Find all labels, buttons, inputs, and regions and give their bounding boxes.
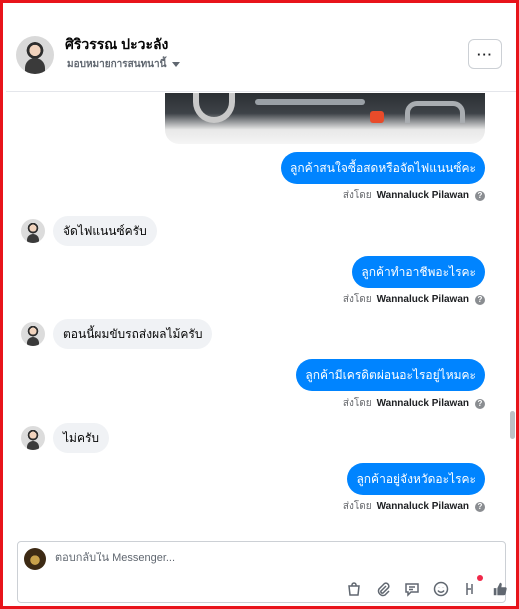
sent-by-label: ส่งโดย Wannaluck Pilawan ? — [343, 396, 485, 411]
incoming-message-row: จัดไฟแนนซ์ครับ — [21, 216, 157, 246]
photo-detail — [370, 111, 384, 123]
avatar[interactable] — [16, 36, 54, 74]
outgoing-message[interactable]: ลูกค้ามีเครดิตผ่อนอะไรอยู่ไหมคะ — [296, 359, 485, 391]
info-icon[interactable]: ? — [475, 190, 485, 201]
assign-conversation-label: มอบหมายการสนทนานี้ — [67, 59, 167, 70]
window-frame: ศิริวรรณ ปะวะลัง มอบหมายการสนทนานี้ ··· … — [0, 0, 519, 609]
reply-input[interactable] — [55, 552, 455, 564]
shopping-bag-icon[interactable] — [346, 581, 362, 597]
incoming-message[interactable]: ตอนนี้ผมขับรถส่งผลไม้ครับ — [53, 319, 213, 349]
sent-by-prefix: ส่งโดย — [342, 398, 372, 409]
sent-by-label: ส่งโดย Wannaluck Pilawan ? — [343, 188, 485, 203]
photo-detail — [405, 101, 465, 123]
sent-by-agent: Wannaluck Pilawan — [376, 501, 469, 512]
sent-by-label: ส่งโดย Wannaluck Pilawan ? — [343, 292, 485, 307]
incoming-message[interactable]: จัดไฟแนนซ์ครับ — [53, 216, 157, 246]
contact-name[interactable]: ศิริวรรณ ปะวะลัง — [65, 34, 168, 56]
sent-by-agent: Wannaluck Pilawan — [376, 190, 469, 201]
outgoing-message[interactable]: ลูกค้าทำอาชีพอะไรคะ — [352, 256, 485, 288]
more-options-button[interactable]: ··· — [468, 39, 502, 69]
reply-composer[interactable] — [17, 541, 509, 603]
thumbs-up-icon[interactable] — [491, 580, 509, 598]
saved-reply-icon[interactable] — [404, 581, 420, 597]
assign-conversation-dropdown[interactable]: มอบหมายการสนทนานี้ — [67, 57, 181, 72]
info-icon[interactable]: ? — [475, 398, 485, 409]
photo-detail — [255, 99, 365, 105]
notification-dot — [477, 575, 483, 581]
sent-by-prefix: ส่งโดย — [342, 294, 372, 305]
sent-by-prefix: ส่งโดย — [342, 501, 372, 512]
conversation-header: ศิริวรรณ ปะวะลัง มอบหมายการสนทนานี้ ··· — [6, 6, 516, 92]
incoming-message-row: ตอนนี้ผมขับรถส่งผลไม้ครับ — [21, 319, 213, 349]
paperclip-icon[interactable] — [375, 581, 391, 597]
sent-by-agent: Wannaluck Pilawan — [376, 398, 469, 409]
composer-toolbar — [346, 575, 509, 598]
outgoing-message[interactable]: ลูกค้าสนใจซื้อสดหรือจัดไฟแนนซ์คะ — [281, 152, 485, 184]
avatar[interactable] — [21, 426, 45, 450]
avatar[interactable] — [21, 219, 45, 243]
page-avatar — [24, 548, 46, 570]
incoming-message-row: ไม่ครับ — [21, 423, 110, 453]
avatar[interactable] — [21, 322, 45, 346]
scrollbar-thumb[interactable] — [510, 411, 515, 439]
photo-detail — [193, 93, 235, 123]
gif-icon[interactable] — [462, 581, 478, 597]
engine-photo-attachment[interactable] — [165, 93, 485, 144]
outgoing-message[interactable]: ลูกค้าอยู่จังหวัดอะไรคะ — [347, 463, 485, 495]
emoji-icon[interactable] — [433, 581, 449, 597]
sent-by-label: ส่งโดย Wannaluck Pilawan ? — [343, 499, 485, 514]
incoming-message[interactable]: ไม่ครับ — [53, 423, 110, 453]
sent-by-agent: Wannaluck Pilawan — [376, 294, 469, 305]
message-list[interactable]: ลูกค้าสนใจซื้อสดหรือจัดไฟแนนซ์คะ ส่งโดย … — [6, 93, 511, 525]
info-icon[interactable]: ? — [475, 501, 485, 512]
sent-by-prefix: ส่งโดย — [342, 190, 372, 201]
caret-down-icon — [172, 62, 181, 67]
info-icon[interactable]: ? — [475, 294, 485, 305]
